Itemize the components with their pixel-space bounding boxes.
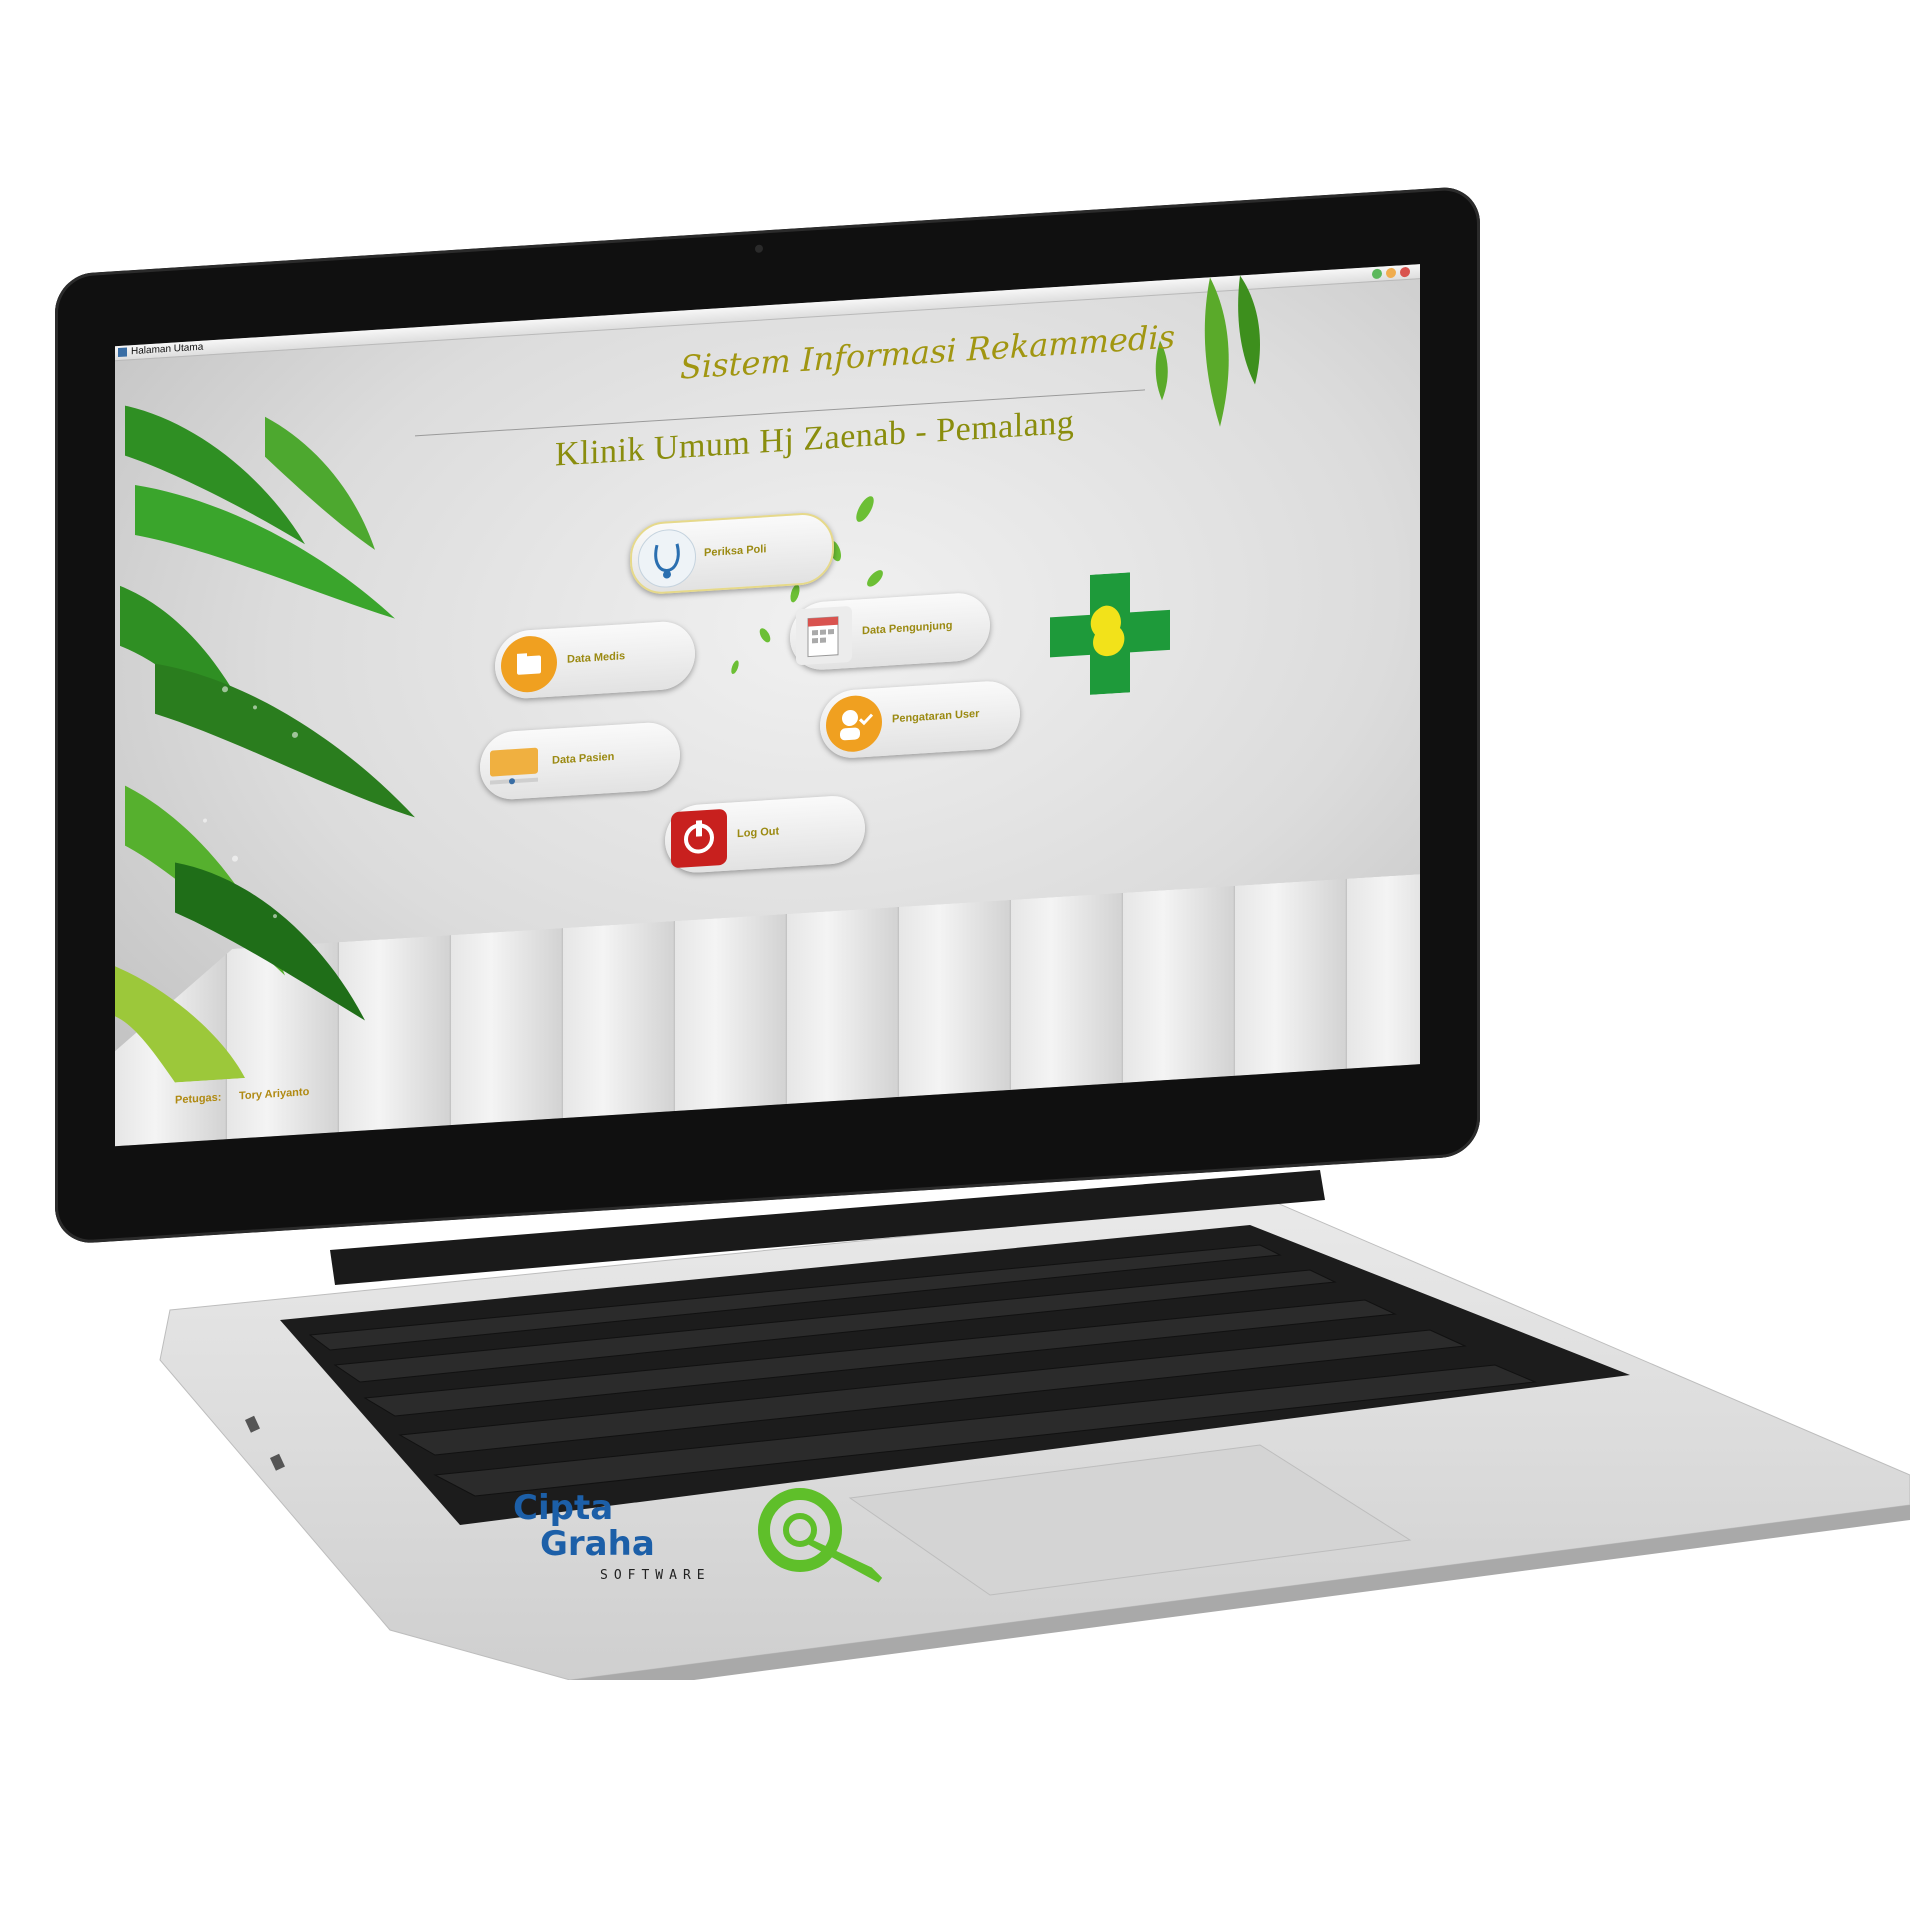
brand-line-1: Cipta xyxy=(513,1488,614,1528)
clinic-name: Klinik Umum Hj Zaenab - Pemalang xyxy=(555,403,1075,474)
app-icon xyxy=(118,347,127,358)
pengaturan-user-label: Pengataran User xyxy=(892,707,980,726)
data-pengunjung-button[interactable]: Data Pengunjung xyxy=(790,591,990,672)
clinic-cross-logo xyxy=(1050,572,1170,695)
clipboard-calendar-icon xyxy=(796,605,852,666)
brand-line-2: Graha xyxy=(540,1524,655,1564)
periksa-poli-label: Periksa Poli xyxy=(704,543,767,560)
brand-line-3: SOFTWARE xyxy=(600,1568,711,1583)
data-pengunjung-label: Data Pengunjung xyxy=(862,619,953,638)
brand-q-mark-icon xyxy=(758,1488,883,1583)
laptop-base xyxy=(150,1160,1910,1680)
system-title: Sistem Informasi Rekammedis xyxy=(680,317,1176,387)
maximize-button[interactable] xyxy=(1386,267,1396,279)
app-window: Halaman Utama Sistem Informasi Rekammedi… xyxy=(115,264,1420,1147)
data-medis-button[interactable]: Data Medis xyxy=(495,619,695,701)
data-pasien-label: Data Pasien xyxy=(552,750,615,767)
pengaturan-user-button[interactable]: Pengataran User xyxy=(820,679,1020,760)
falling-leaves-decoration xyxy=(1155,275,1260,427)
folder-icon xyxy=(501,634,557,694)
stethoscope-icon xyxy=(638,527,696,590)
log-out-label: Log Out xyxy=(737,825,780,841)
laptop-lid: Halaman Utama Sistem Informasi Rekammedi… xyxy=(55,185,1480,1246)
periksa-poli-button[interactable]: Periksa Poli xyxy=(630,510,834,596)
cipta-graha-logo: Cipta Graha SOFTWARE xyxy=(505,1480,925,1600)
bamboo-leaves-decoration xyxy=(115,405,415,1083)
minimize-button[interactable] xyxy=(1372,268,1382,280)
close-button[interactable] xyxy=(1400,266,1410,278)
data-pasien-button[interactable]: Data Pasien xyxy=(480,720,680,802)
data-medis-label: Data Medis xyxy=(567,650,626,666)
log-out-button[interactable]: Log Out xyxy=(665,794,865,875)
laptop-deck-illustration xyxy=(159,1170,1910,1680)
patient-card-icon xyxy=(486,735,542,795)
window-title: Halaman Utama xyxy=(131,341,204,358)
user-check-icon xyxy=(826,693,882,754)
power-icon xyxy=(671,808,727,869)
